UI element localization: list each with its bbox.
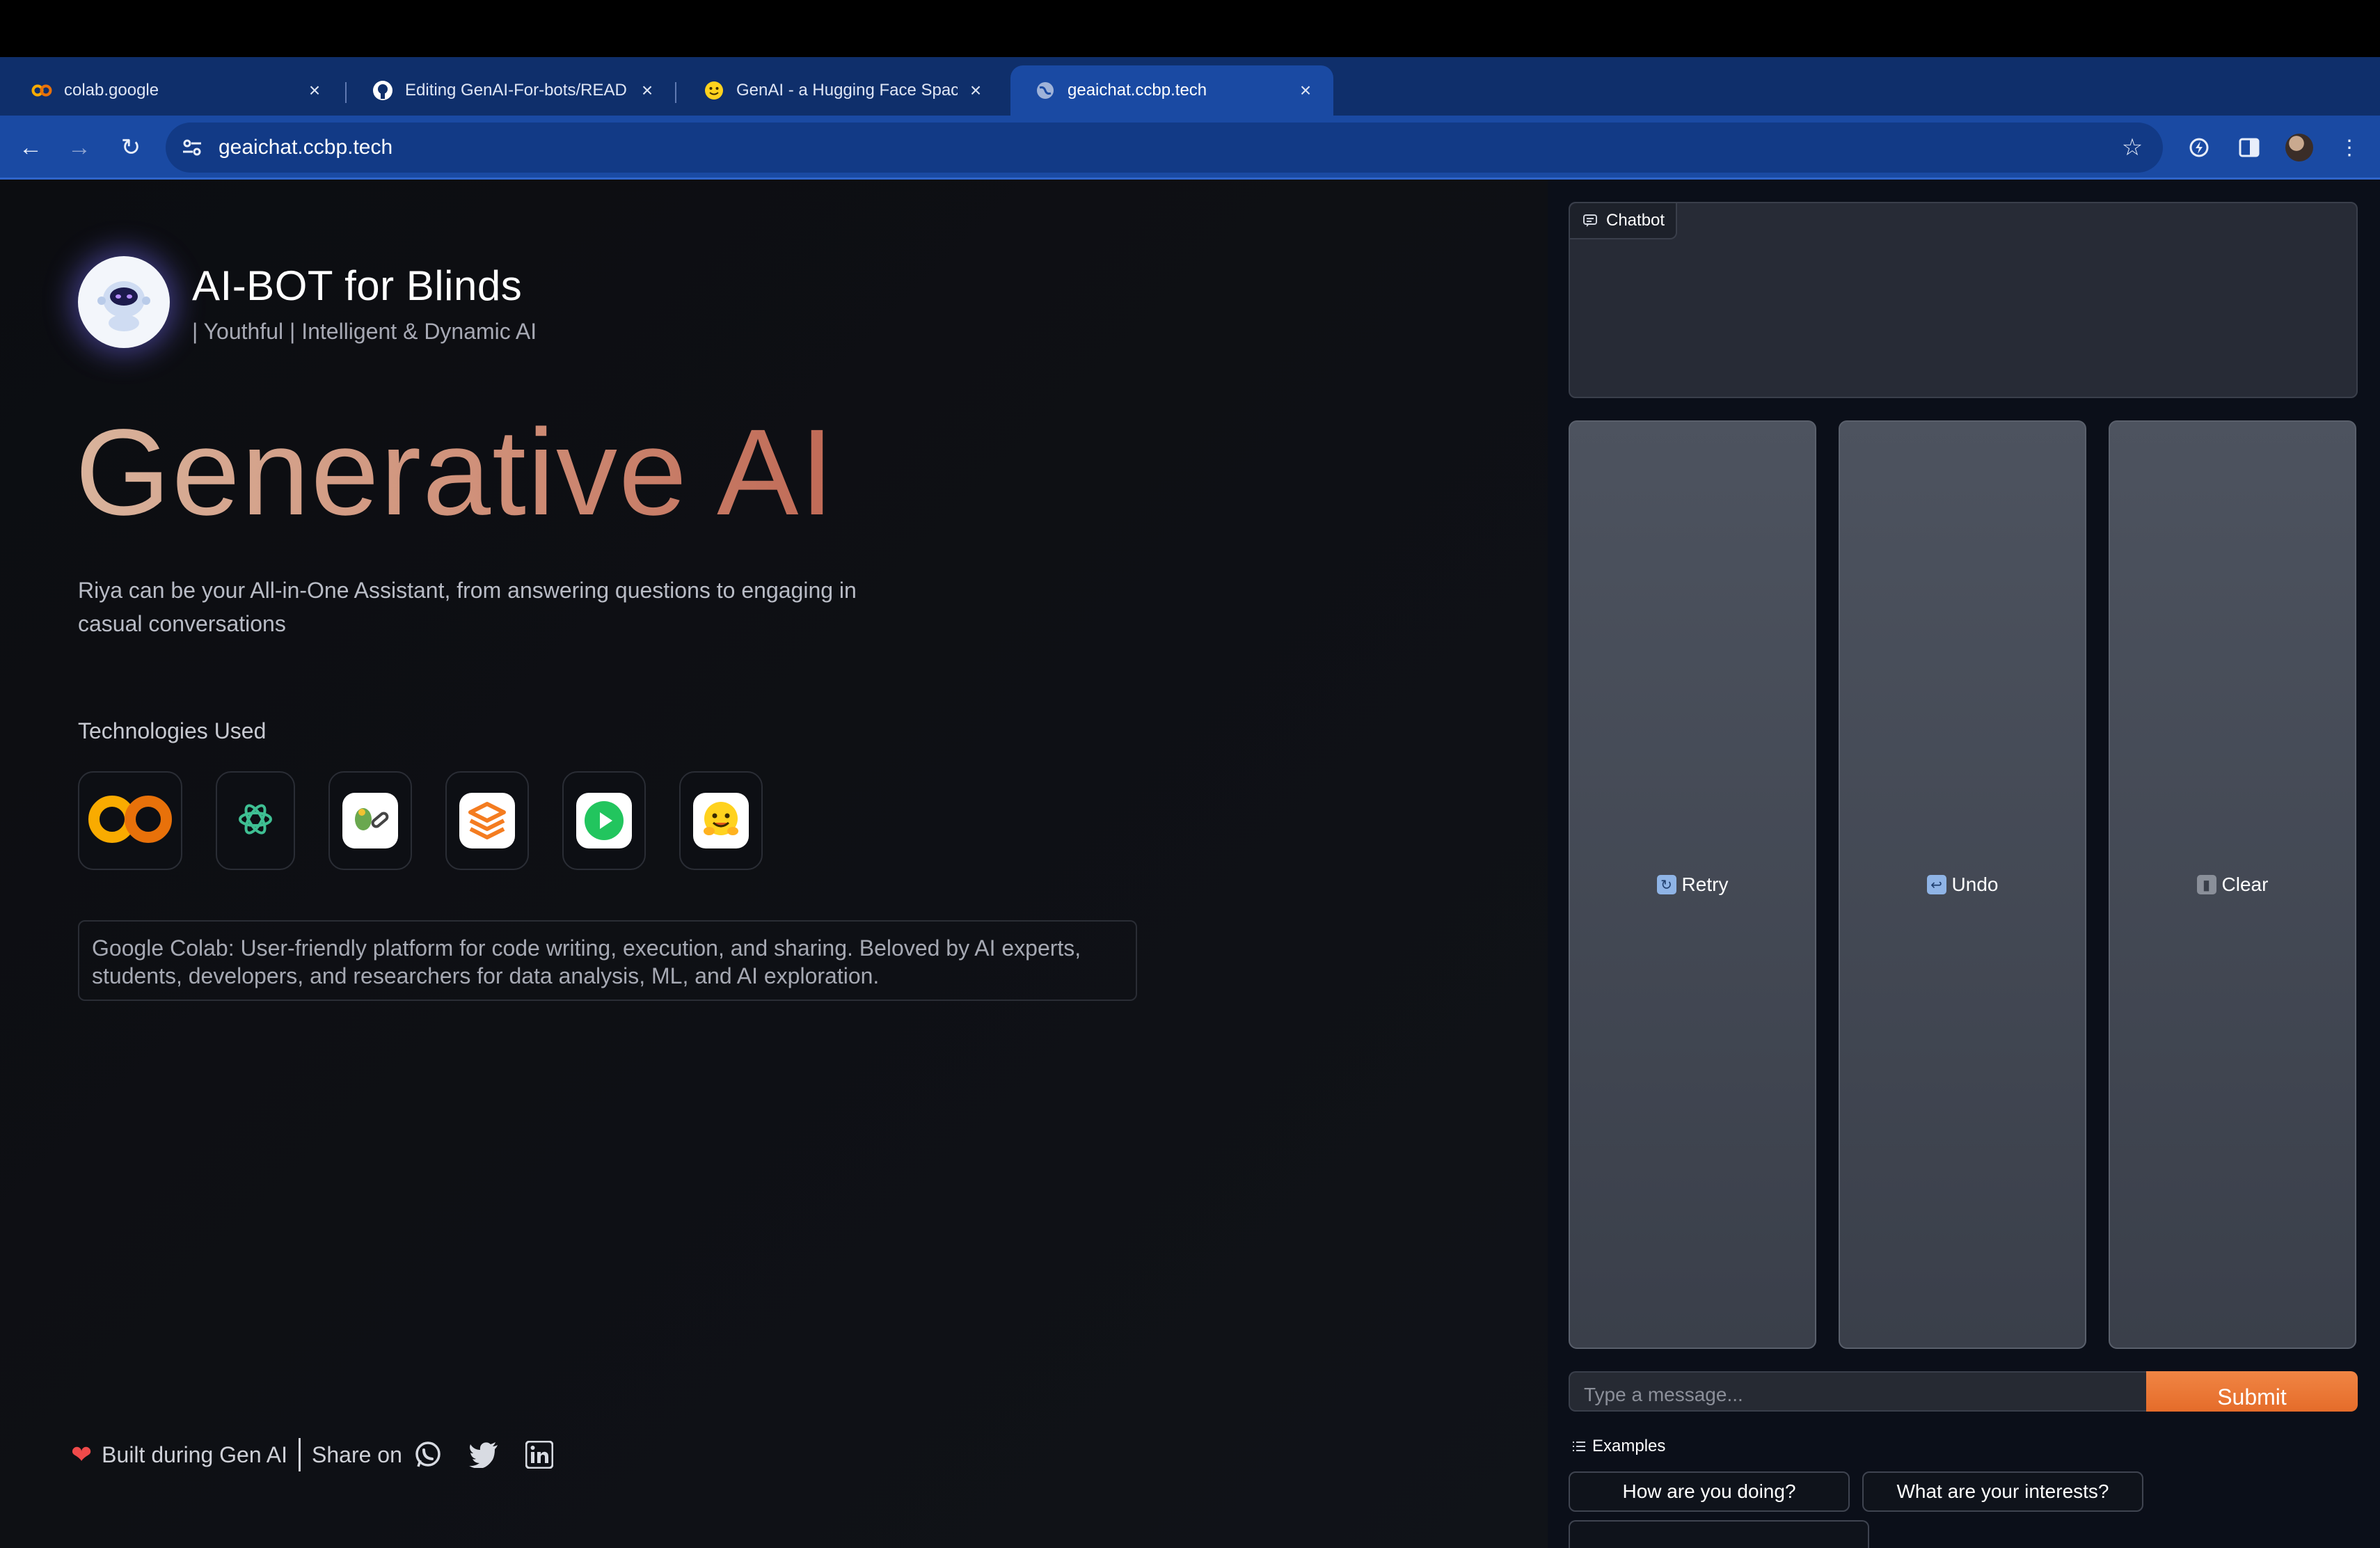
tech-card-play[interactable]: [562, 771, 646, 870]
example-button-partial[interactable]: [1569, 1520, 1869, 1548]
brand-title: AI-BOT for Blinds: [192, 262, 523, 309]
close-icon[interactable]: ×: [636, 79, 658, 102]
forward-button[interactable]: →: [61, 129, 97, 166]
back-button[interactable]: ←: [13, 129, 49, 166]
browser-toolbar: ← → ↻ geaichat.ccbp.tech ☆ ⋮: [0, 116, 2380, 180]
tab-title: geaichat.ccbp.tech: [1068, 81, 1207, 100]
left-panel: AI-BOT for Blinds | Youthful | Intellige…: [0, 180, 1548, 1548]
message-input[interactable]: Type a message...: [1569, 1371, 2146, 1412]
close-icon[interactable]: ×: [965, 79, 987, 102]
undo-label: Undo: [1951, 874, 1999, 895]
github-icon: [372, 79, 394, 102]
address-bar[interactable]: geaichat.ccbp.tech ☆: [166, 123, 2163, 173]
tab-title: GenAI - a Hugging Face Spac: [736, 81, 958, 100]
bot-logo: [78, 256, 170, 348]
profile-avatar[interactable]: [2285, 134, 2313, 161]
extension-icon[interactable]: [2181, 129, 2217, 166]
tab-title: Editing GenAI-For-bots/READ: [405, 81, 627, 100]
huggingface-icon: [703, 79, 725, 102]
list-icon: [1573, 1442, 1585, 1451]
tech-card-gradio[interactable]: [445, 771, 529, 870]
close-icon[interactable]: ×: [303, 79, 326, 102]
hero-title: Generative AI: [75, 402, 835, 543]
technology-info-box: Google Colab: User-friendly platform for…: [78, 920, 1137, 1001]
undo-button[interactable]: ↩ Undo: [1839, 420, 2086, 1349]
bookmark-star-icon[interactable]: ☆: [2118, 134, 2146, 161]
example-button[interactable]: How are you doing?: [1569, 1471, 1850, 1512]
kebab-menu-icon[interactable]: ⋮: [2331, 129, 2367, 166]
chat-panel: Chatbot ↻ Retry ↩ Undo ▮ Clear Type a me…: [1548, 180, 2380, 1548]
chatbot-label-text: Chatbot: [1606, 211, 1665, 230]
retry-button[interactable]: ↻ Retry: [1569, 420, 1816, 1349]
tab-separator: [345, 82, 347, 103]
play-icon: [576, 793, 632, 848]
tech-card-openai[interactable]: [216, 771, 295, 870]
brand-subtitle: | Youthful | Intelligent & Dynamic AI: [192, 319, 537, 344]
site-settings-icon[interactable]: [180, 135, 205, 160]
tech-card-langchain[interactable]: [328, 771, 412, 870]
globe-icon: [1034, 79, 1056, 102]
twitter-icon[interactable]: [468, 1439, 500, 1471]
tab-title: colab.google: [64, 81, 159, 100]
hero-description: Riya can be your All-in-One Assistant, f…: [78, 578, 857, 636]
tech-card-huggingface[interactable]: [679, 771, 763, 870]
tab-colab[interactable]: colab.google ×: [7, 65, 342, 116]
footer: ❤ Built during Gen AI Share on: [71, 1435, 555, 1474]
examples-label: Examples: [1571, 1437, 1665, 1456]
chatbot-label: Chatbot: [1570, 203, 1678, 239]
example-button[interactable]: What are your interests?: [1862, 1471, 2143, 1512]
robot-icon: [97, 281, 150, 331]
menu-bar: [0, 0, 2380, 57]
reload-button[interactable]: ↻: [113, 129, 149, 166]
tab-huggingface[interactable]: GenAI - a Hugging Face Spac ×: [679, 65, 1003, 116]
langchain-icon: [342, 793, 398, 848]
tab-github[interactable]: Editing GenAI-For-bots/READ ×: [348, 65, 675, 116]
undo-icon: ↩: [1926, 875, 1946, 894]
heart-icon: ❤: [71, 1440, 93, 1469]
tab-geaichat[interactable]: geaichat.ccbp.tech ×: [1010, 65, 1333, 116]
tab-separator: [675, 82, 676, 103]
close-icon[interactable]: ×: [1294, 79, 1317, 102]
retry-icon: ↻: [1656, 875, 1676, 894]
share-text: Share on: [312, 1442, 402, 1467]
google-colab-icon: [87, 793, 173, 848]
clear-label: Clear: [2221, 874, 2269, 895]
side-panel-icon[interactable]: [2231, 129, 2267, 166]
clear-button[interactable]: ▮ Clear: [2109, 420, 2356, 1349]
built-text: Built during Gen AI: [102, 1442, 287, 1467]
tech-card-colab[interactable]: [78, 771, 182, 870]
openai-icon: [235, 798, 276, 844]
chatbot-window: Chatbot: [1569, 202, 2358, 398]
chat-bubble-icon: [1583, 214, 1597, 227]
examples-label-text: Examples: [1592, 1437, 1666, 1455]
linkedin-icon[interactable]: [523, 1439, 555, 1471]
colab-icon: [31, 79, 53, 102]
divider: [299, 1438, 301, 1471]
technologies-title: Technologies Used: [78, 718, 267, 743]
page: AI-BOT for Blinds | Youthful | Intellige…: [0, 180, 2380, 1548]
whatsapp-icon[interactable]: [412, 1439, 444, 1471]
submit-button[interactable]: Submit: [2146, 1371, 2358, 1412]
huggingface-icon: [693, 793, 749, 848]
tab-strip: colab.google × Editing GenAI-For-bots/RE…: [0, 57, 2380, 160]
gradio-icon: [459, 793, 515, 848]
retry-label: Retry: [1681, 874, 1729, 895]
trash-icon: ▮: [2196, 875, 2216, 894]
url-text: geaichat.ccbp.tech: [219, 136, 393, 159]
